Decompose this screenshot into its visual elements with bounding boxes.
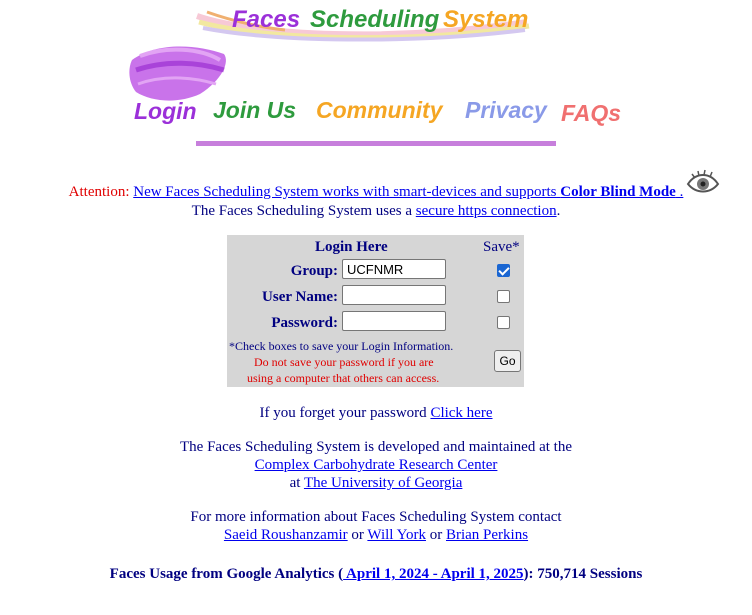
- username-input[interactable]: [342, 285, 446, 305]
- forgot-password-link[interactable]: Click here: [430, 405, 492, 421]
- forgot-line: If you forget your password Click here: [259, 405, 493, 421]
- usage-line: Faces Usage from Google Analytics ( Apri…: [109, 566, 643, 582]
- nav-community[interactable]: Community: [316, 97, 443, 124]
- contact-saeid-link[interactable]: Saeid Roushanzamir: [224, 527, 348, 543]
- nav-faqs[interactable]: FAQs: [561, 100, 621, 127]
- save-username-checkbox[interactable]: [497, 290, 510, 303]
- password-input[interactable]: [342, 311, 446, 331]
- password-label: Password:: [271, 315, 338, 331]
- banner-word-system: System: [443, 6, 529, 33]
- analytics-range-link[interactable]: April 1, 2024 - April 1, 2025: [343, 566, 524, 582]
- secure-https-link[interactable]: secure https connection: [416, 203, 557, 219]
- nav-login[interactable]: Login: [134, 98, 197, 125]
- contact-line: For more information about Faces Schedul…: [190, 509, 562, 525]
- nav-privacy[interactable]: Privacy: [465, 97, 547, 124]
- contact-brian-link[interactable]: Brian Perkins: [446, 527, 528, 543]
- ccrc-link[interactable]: Complex Carbohydrate Research Center: [255, 457, 498, 473]
- login-title: Login Here: [315, 239, 388, 255]
- ccrc-line: Complex Carbohydrate Research Center: [0, 457, 752, 474]
- group-input[interactable]: [342, 259, 446, 279]
- banner-word-faces: Faces: [232, 6, 301, 33]
- save-header: Save*: [483, 239, 520, 255]
- attention-label: Attention:: [68, 184, 130, 200]
- contact-will-link[interactable]: Will York: [367, 527, 426, 543]
- uga-link[interactable]: The University of Georgia: [304, 475, 462, 491]
- color-blind-link[interactable]: New Faces Scheduling System works with s…: [133, 184, 683, 200]
- uga-line: at The University of Georgia: [289, 475, 463, 491]
- banner-word-scheduling: Scheduling: [310, 6, 440, 33]
- attention-line: Attention: New Faces Scheduling System w…: [0, 184, 752, 201]
- save-password-checkbox[interactable]: [497, 316, 510, 329]
- warning-note-2: using a computer that others can access.: [247, 371, 440, 385]
- warning-note-1: Do not save your password if you are: [254, 355, 434, 369]
- eye-icon: [686, 169, 720, 193]
- go-button[interactable]: Go: [494, 350, 521, 372]
- nav-join-us[interactable]: Join Us: [213, 97, 296, 124]
- nav-divider: [196, 141, 556, 146]
- save-note: *Check boxes to save your Login Informat…: [229, 339, 454, 353]
- username-label: User Name:: [262, 289, 338, 305]
- group-label: Group:: [290, 263, 338, 279]
- developed-line: The Faces Scheduling System is developed…: [180, 439, 572, 455]
- contact-people-line: Saeid Roushanzamir or Will York or Brian…: [223, 527, 529, 543]
- save-group-checkbox[interactable]: [497, 264, 510, 277]
- secure-line: The Faces Scheduling System uses a secur…: [191, 203, 561, 219]
